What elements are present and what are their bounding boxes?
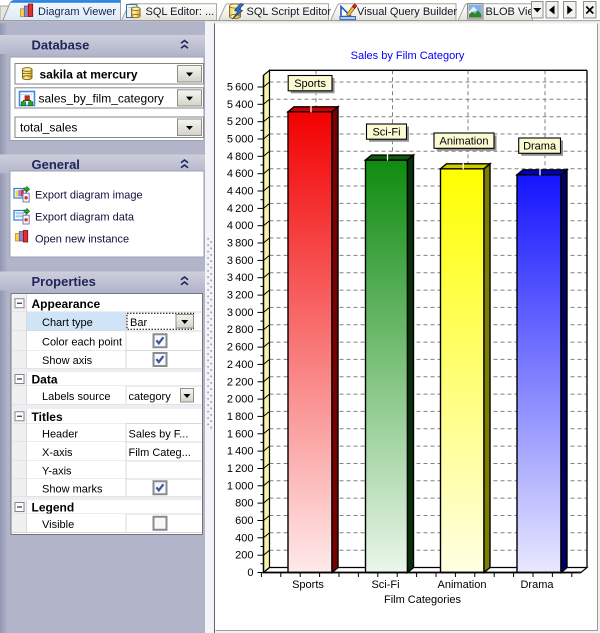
svg-text:4 400: 4 400 bbox=[227, 186, 254, 198]
svg-text:400: 400 bbox=[235, 532, 253, 544]
svg-text:Data: Data bbox=[32, 373, 58, 387]
svg-text:Sports: Sports bbox=[294, 78, 326, 90]
svg-text:Properties: Properties bbox=[32, 274, 96, 289]
svg-text:Drama: Drama bbox=[520, 579, 554, 591]
svg-text:Bar: Bar bbox=[130, 317, 147, 329]
svg-text:1 400: 1 400 bbox=[227, 446, 254, 458]
svg-text:Sci-Fi: Sci-Fi bbox=[371, 579, 399, 591]
svg-text:2 600: 2 600 bbox=[227, 342, 254, 354]
svg-text:Sales by F...: Sales by F... bbox=[129, 428, 189, 440]
svg-text:200: 200 bbox=[235, 550, 253, 562]
svg-text:total_sales: total_sales bbox=[20, 121, 77, 135]
svg-text:Film Categories: Film Categories bbox=[384, 594, 462, 606]
svg-text:X-axis: X-axis bbox=[42, 447, 73, 459]
svg-text:Open new instance: Open new instance bbox=[35, 234, 129, 246]
svg-text:Header: Header bbox=[42, 428, 78, 440]
svg-text:Export diagram image: Export diagram image bbox=[35, 190, 143, 202]
svg-text:Diagram Viewer: Diagram Viewer bbox=[38, 6, 116, 18]
svg-text:Show axis: Show axis bbox=[42, 355, 93, 367]
svg-text:2 200: 2 200 bbox=[227, 376, 254, 388]
svg-text:Visible: Visible bbox=[42, 519, 74, 531]
svg-text:sakila at mercury: sakila at mercury bbox=[40, 68, 138, 82]
svg-text:Show marks: Show marks bbox=[42, 483, 103, 495]
svg-text:category: category bbox=[129, 391, 172, 403]
svg-text:3 000: 3 000 bbox=[227, 307, 254, 319]
svg-text:5 400: 5 400 bbox=[227, 99, 254, 111]
svg-text:5 000: 5 000 bbox=[227, 134, 254, 146]
svg-text:Legend: Legend bbox=[32, 501, 75, 515]
svg-text:5 600: 5 600 bbox=[227, 82, 254, 94]
svg-text:3 200: 3 200 bbox=[227, 290, 254, 302]
svg-text:Sports: Sports bbox=[292, 579, 324, 591]
svg-text:SQL Script Editor: SQL Script Editor bbox=[247, 6, 332, 18]
svg-text:3 800: 3 800 bbox=[227, 238, 254, 250]
svg-text:3 400: 3 400 bbox=[227, 272, 254, 284]
svg-text:Chart type: Chart type bbox=[42, 317, 93, 329]
svg-text:Sales by Film Category: Sales by Film Category bbox=[351, 50, 465, 62]
svg-text:Visual Query Builder: Visual Query Builder bbox=[357, 6, 457, 18]
svg-text:Labels source: Labels source bbox=[42, 391, 111, 403]
svg-text:1 600: 1 600 bbox=[227, 428, 254, 440]
svg-text:Y-axis: Y-axis bbox=[42, 466, 72, 478]
svg-text:3 600: 3 600 bbox=[227, 255, 254, 267]
svg-text:4 600: 4 600 bbox=[227, 168, 254, 180]
svg-text:Database: Database bbox=[32, 38, 90, 53]
svg-text:4 200: 4 200 bbox=[227, 203, 254, 215]
svg-text:2 000: 2 000 bbox=[227, 394, 254, 406]
svg-text:4 800: 4 800 bbox=[227, 151, 254, 163]
svg-text:600: 600 bbox=[235, 515, 253, 527]
svg-text:1 800: 1 800 bbox=[227, 411, 254, 423]
svg-text:General: General bbox=[32, 157, 80, 172]
svg-text:Color each point: Color each point bbox=[42, 336, 122, 348]
svg-text:800: 800 bbox=[235, 498, 253, 510]
svg-text:Animation: Animation bbox=[440, 136, 489, 148]
svg-text:Sci-Fi: Sci-Fi bbox=[372, 127, 400, 139]
svg-text:Appearance: Appearance bbox=[32, 297, 101, 311]
svg-text:sales_by_film_category: sales_by_film_category bbox=[39, 92, 164, 106]
svg-text:Export diagram data: Export diagram data bbox=[35, 212, 135, 224]
svg-text:1 200: 1 200 bbox=[227, 463, 254, 475]
svg-text:1 000: 1 000 bbox=[227, 480, 254, 492]
svg-text:Film Categ...: Film Categ... bbox=[129, 447, 191, 459]
svg-text:Animation: Animation bbox=[438, 579, 487, 591]
svg-text:4 000: 4 000 bbox=[227, 220, 254, 232]
svg-text:2 400: 2 400 bbox=[227, 359, 254, 371]
svg-text:5 200: 5 200 bbox=[227, 116, 254, 128]
svg-text:Titles: Titles bbox=[32, 410, 63, 424]
svg-text:2 800: 2 800 bbox=[227, 324, 254, 336]
svg-text:Drama: Drama bbox=[523, 141, 557, 153]
svg-text:0: 0 bbox=[247, 567, 253, 579]
svg-text:SQL Editor: ...: SQL Editor: ... bbox=[146, 6, 215, 18]
